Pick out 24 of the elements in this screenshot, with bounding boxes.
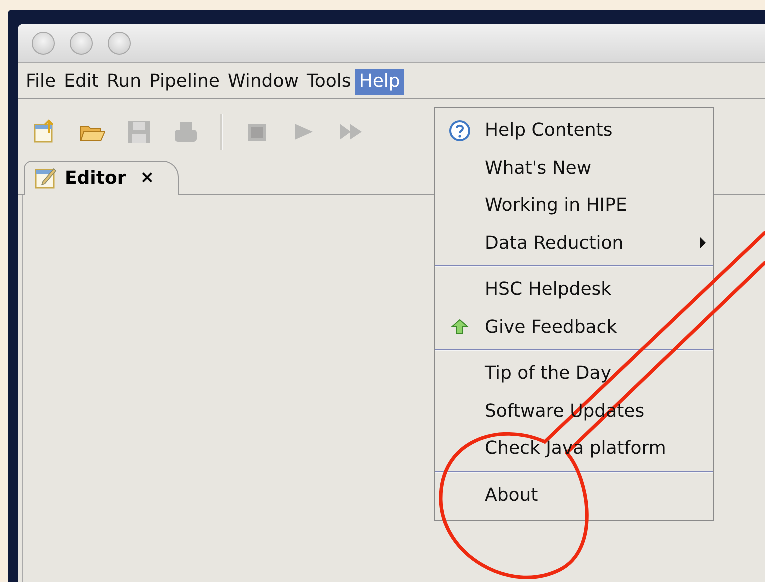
help-icon [449,120,471,142]
menu-item[interactable]: Data Reduction [435,224,713,262]
window-control-button[interactable] [70,32,93,54]
menu-item[interactable]: What's New [435,150,713,187]
menu-item[interactable]: Tools [302,69,356,95]
menu-item[interactable]: Tip of the Day [435,355,713,392]
menu-item[interactable]: HSC Helpdesk [435,271,713,308]
menu-item[interactable]: Pipeline [146,69,224,95]
editor-tab[interactable]: Editor × [24,161,180,195]
pencil-document-icon [35,166,57,190]
menu-item[interactable]: About [435,476,713,514]
menu-item[interactable]: Run [102,69,146,95]
window-control-button[interactable] [32,32,55,54]
window-control-button[interactable] [108,32,131,54]
menu-item[interactable]: Give Feedback [435,308,713,346]
menu-item[interactable]: File [22,69,60,95]
menu-item[interactable]: Help Contents [435,112,713,150]
menu-item[interactable]: Help [355,69,404,95]
up-arrow-icon [451,319,469,336]
close-tab-button[interactable]: × [140,168,154,188]
menu-item[interactable]: Window [224,69,303,95]
submenu-arrow-icon [699,236,707,250]
menu-item[interactable]: Edit [60,69,103,95]
menu-item[interactable]: Working in HIPE [435,187,713,224]
